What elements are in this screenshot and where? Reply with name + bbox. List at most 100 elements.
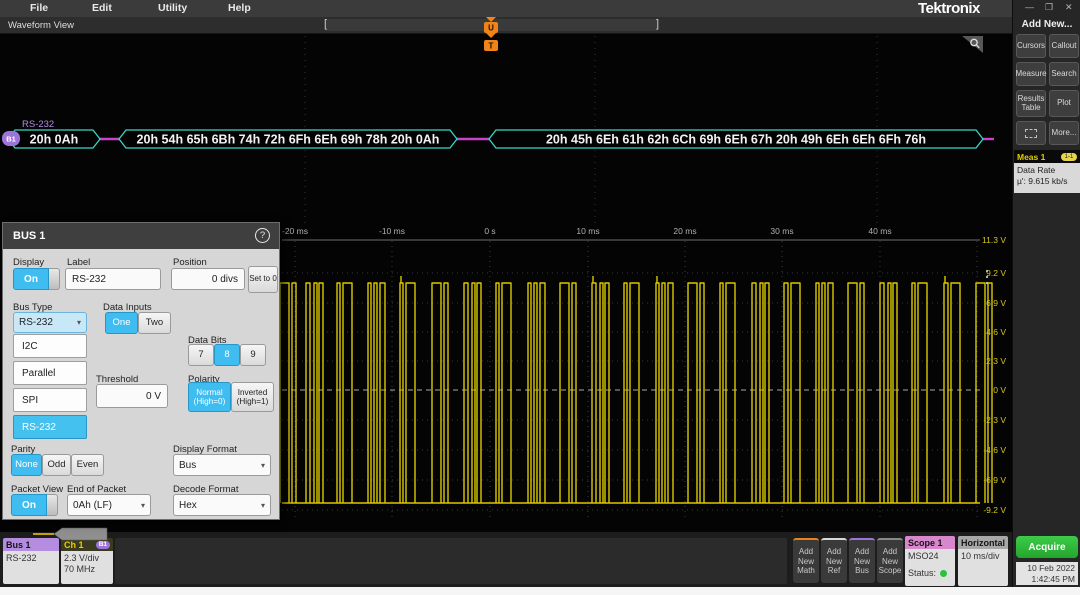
bus1-badge[interactable]: Bus 1 RS-232	[3, 538, 59, 584]
chevron-down-icon: ▾	[77, 318, 81, 327]
add-new-ref-button[interactable]: Add New Ref	[821, 538, 847, 583]
polarity-normal-text: Normal	[196, 388, 222, 397]
bottom-bar: Bus 1 RS-232 Ch 1 B1 2.3 V/div 70 MHz Ad…	[0, 532, 1012, 587]
menu-file[interactable]: File	[30, 2, 48, 14]
help-icon[interactable]: ?	[255, 228, 270, 243]
display-format-value: Bus	[179, 460, 196, 471]
minimap-left-bracket[interactable]: [	[324, 18, 327, 30]
tektronix-logo: Tektronix	[918, 0, 980, 17]
polarity-inverted-sub: (High=1)	[237, 397, 269, 406]
callout-button[interactable]: Callout	[1049, 34, 1079, 58]
time-text: 1:42:45 PM	[1019, 574, 1075, 585]
label-label: Label	[67, 257, 90, 268]
plot-button[interactable]: Plot	[1049, 90, 1079, 117]
data-bits-8[interactable]: 8	[214, 344, 240, 366]
status-green-dot	[940, 570, 947, 577]
menu-utility[interactable]: Utility	[158, 2, 187, 14]
bus-type-value: RS-232	[19, 317, 53, 328]
chevron-down-icon: ▾	[261, 461, 265, 470]
add-new-bus-button[interactable]: Add New Bus	[849, 538, 875, 583]
display-format-dropdown[interactable]: Bus ▾	[173, 454, 271, 476]
add-new-math-button[interactable]: Add New Math	[793, 538, 819, 583]
data-inputs-two[interactable]: Two	[138, 312, 171, 334]
bus-type-dropdown[interactable]: RS-232 ▾	[13, 312, 87, 333]
meas1-measurement: Data Rate	[1017, 165, 1077, 176]
end-of-packet-dropdown[interactable]: 0Ah (LF) ▾	[67, 494, 151, 516]
datetime-display: 10 Feb 2022 1:42:45 PM	[1016, 562, 1078, 585]
meas1-badge: 1-1	[1061, 153, 1077, 161]
bus1-badge-title: Bus 1	[3, 538, 59, 551]
ch1-bus-tag: B1	[96, 541, 110, 549]
results-table-button[interactable]: Results Table	[1016, 90, 1046, 117]
display-toggle[interactable]: On	[13, 268, 60, 290]
search-button[interactable]: Search	[1049, 62, 1079, 86]
measure-button[interactable]: Measure	[1016, 62, 1046, 86]
ch1-badge[interactable]: Ch 1 B1 2.3 V/div 70 MHz	[61, 538, 113, 584]
ch1-badge-title: Ch 1 B1	[61, 538, 113, 551]
threshold-input[interactable]: 0 V	[96, 384, 168, 408]
display-label: Display	[13, 257, 44, 268]
packet-view-toggle[interactable]: On	[11, 494, 58, 516]
more-button[interactable]: More...	[1049, 121, 1079, 145]
close-icon[interactable]: ✕	[1065, 2, 1073, 13]
data-bits-7[interactable]: 7	[188, 344, 214, 366]
parity-odd[interactable]: Odd	[42, 454, 71, 476]
bus-type-option-i2c[interactable]: I2C	[13, 334, 87, 358]
polarity-normal[interactable]: Normal (High=0)	[188, 382, 231, 412]
bus1-config-dialog: BUS 1 ? Display On Label RS-232 Position…	[2, 222, 280, 520]
ch1-badge-body: 2.3 V/div 70 MHz	[61, 551, 113, 584]
screen-border	[0, 587, 1080, 595]
scope1-title: Scope 1	[905, 536, 955, 549]
bus-type-option-spi[interactable]: SPI	[13, 388, 87, 412]
scope1-status-label: Status:	[908, 568, 936, 578]
position-label: Position	[173, 257, 207, 268]
packet-view-on: On	[11, 494, 47, 516]
overview-minimap[interactable]: [ ]	[325, 19, 658, 31]
scope1-model: MSO24	[908, 551, 952, 562]
decode-format-value: Hex	[179, 500, 197, 511]
bus1-badge-value: RS-232	[3, 551, 59, 584]
settings-strip	[115, 538, 787, 584]
chevron-down-icon: ▾	[141, 501, 145, 510]
tab-waveform-view[interactable]: Waveform View	[8, 20, 74, 31]
menu-help[interactable]: Help	[228, 2, 251, 14]
set-to-zero-button[interactable]: Set to 0	[248, 266, 278, 293]
label-input[interactable]: RS-232	[65, 268, 161, 290]
meas1-value: µ': 9.615 kb/s	[1017, 176, 1077, 187]
menu-bar: File Edit Utility Help Tektronix	[0, 0, 1012, 17]
position-input[interactable]: 0 divs	[171, 268, 245, 290]
parity-even[interactable]: Even	[71, 454, 104, 476]
menu-edit[interactable]: Edit	[92, 2, 112, 14]
bus-type-option-parallel[interactable]: Parallel	[13, 361, 87, 385]
meas1-result-panel[interactable]: Meas 1 1-1 Data Rate µ': 9.615 kb/s	[1014, 150, 1080, 193]
horizontal-title: Horizontal	[958, 536, 1008, 549]
ch1-label: Ch 1	[64, 540, 84, 550]
draw-a-box-button[interactable]	[1016, 121, 1046, 145]
data-inputs-one[interactable]: One	[105, 312, 138, 334]
data-bits-9[interactable]: 9	[240, 344, 266, 366]
horizontal-badge[interactable]: Horizontal 10 ms/div	[958, 536, 1008, 586]
meas1-name: Meas 1	[1017, 152, 1045, 162]
minimize-icon[interactable]: —	[1025, 2, 1034, 12]
add-new-scope-button[interactable]: Add New Scope	[877, 538, 903, 583]
add-new-title: Add New...	[1013, 19, 1080, 30]
ch1-scale: 2.3 V/div	[64, 553, 110, 564]
polarity-inverted-text: Inverted	[238, 388, 268, 397]
display-on: On	[13, 268, 49, 290]
date-text: 10 Feb 2022	[1019, 563, 1075, 574]
minimap-right-bracket[interactable]: ]	[656, 18, 659, 30]
packet-view-toggle-knob	[47, 494, 58, 516]
polarity-inverted[interactable]: Inverted (High=1)	[231, 382, 274, 412]
scope1-badge[interactable]: Scope 1 MSO24 Status:	[905, 536, 955, 586]
bus-type-option-rs232[interactable]: RS-232	[13, 415, 87, 439]
polarity-normal-sub: (High=0)	[194, 397, 226, 406]
acquire-button[interactable]: Acquire	[1016, 536, 1078, 558]
decode-format-dropdown[interactable]: Hex ▾	[173, 494, 271, 516]
meas1-header: Meas 1 1-1	[1014, 150, 1080, 163]
parity-none[interactable]: None	[11, 454, 42, 476]
dialog-title[interactable]: BUS 1	[3, 223, 279, 249]
ch1-bandwidth: 70 MHz	[64, 564, 110, 575]
app-window: File Edit Utility Help Tektronix Wavefor…	[0, 0, 1080, 595]
cursors-button[interactable]: Cursors	[1016, 34, 1046, 58]
restore-icon[interactable]: ❐	[1045, 2, 1053, 13]
